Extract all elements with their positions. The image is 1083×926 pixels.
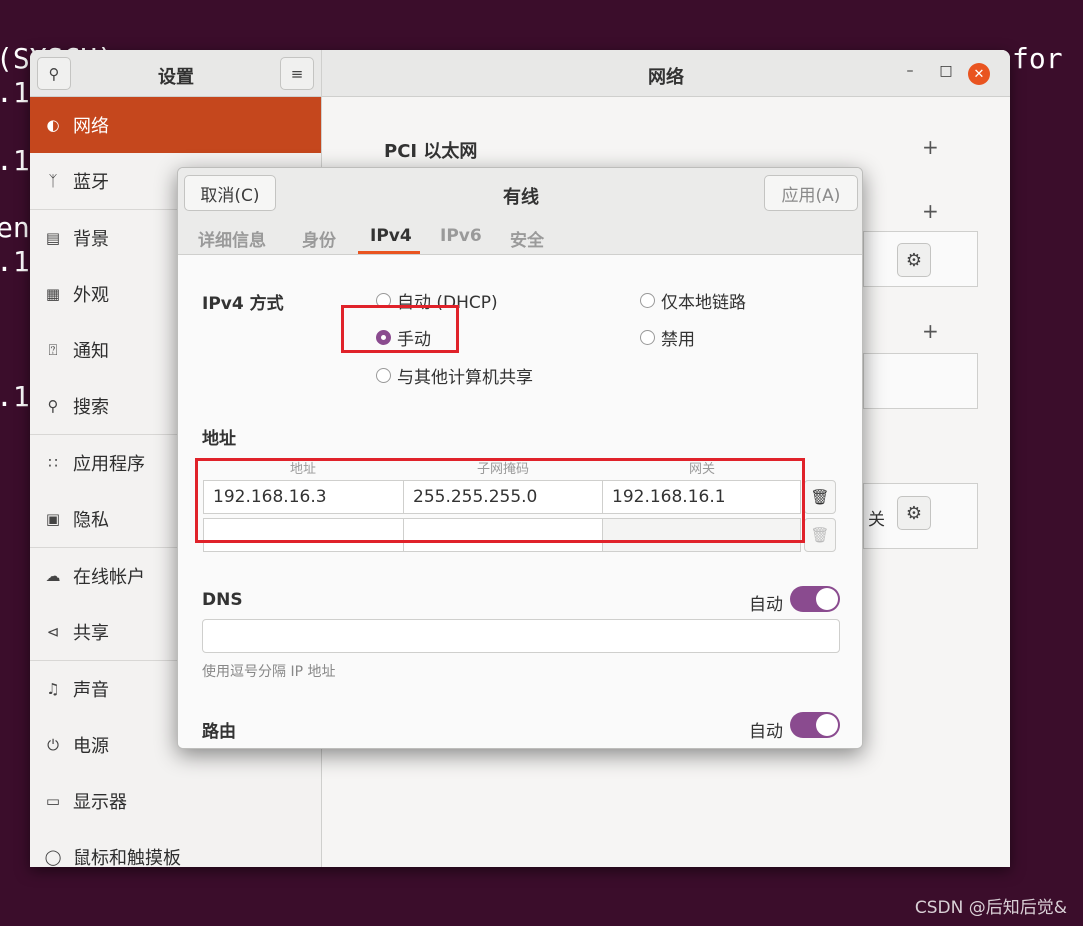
- gear-icon: ⚙: [905, 249, 923, 271]
- network-icon: ◐: [46, 116, 60, 134]
- sidebar-item-label: 鼠标和触摸板: [73, 848, 181, 867]
- lock-icon: ▣: [45, 510, 61, 528]
- dns-input[interactable]: [202, 619, 840, 653]
- close-button[interactable]: ✕: [968, 63, 990, 85]
- hamburger-icon: ≡: [290, 64, 304, 83]
- vpn-card: [863, 353, 978, 409]
- tab-identity[interactable]: 身份: [302, 226, 336, 251]
- wired-settings-dialog: 取消(C) 有线 应用(A) 详细信息 身份 IPv4 IPv6 安全 IPv4…: [177, 167, 863, 749]
- radio-dot: [640, 293, 655, 308]
- tab-security[interactable]: 安全: [510, 226, 544, 251]
- radio-dot: [640, 330, 655, 345]
- minimize-button[interactable]: –: [900, 63, 920, 79]
- share-icon: ⊲: [46, 623, 60, 641]
- radio-label: 与其他计算机共享: [397, 368, 533, 388]
- ipv4-method-label: IPv4 方式: [202, 294, 284, 314]
- dialog-tabs: 详细信息 身份 IPv4 IPv6 安全: [178, 218, 862, 255]
- proxy-status: 关: [868, 510, 885, 530]
- proxy-settings-button[interactable]: ⚙: [897, 496, 931, 530]
- dialog-header: 取消(C) 有线 应用(A): [178, 168, 862, 218]
- maximize-icon: □: [939, 63, 953, 79]
- address-section-label: 地址: [202, 429, 236, 449]
- radio-label: 禁用: [661, 330, 695, 350]
- sidebar-item-label: 搜索: [73, 397, 109, 418]
- bluetooth-icon: ᛉ: [48, 172, 58, 190]
- gear-icon: ⚙: [905, 502, 923, 524]
- sidebar-item-label: 隐私: [73, 510, 109, 531]
- sidebar-header: ⚲ 设置 ≡: [30, 50, 322, 97]
- section-title: PCI 以太网: [384, 141, 478, 162]
- radio-disable[interactable]: 禁用: [640, 325, 695, 350]
- sidebar-item-label: 应用程序: [73, 454, 145, 475]
- sidebar-item-label: 声音: [73, 680, 109, 701]
- ipv4-panel: IPv4 方式 自动 (DHCP) 仅本地链路 手动 禁用 与其他计算机共享 地…: [178, 255, 862, 748]
- sidebar-item-label: 通知: [73, 341, 109, 362]
- apps-grid-icon: ∷: [48, 454, 58, 472]
- active-tab-indicator: [358, 251, 420, 254]
- terminal-line-right: for (: [1012, 42, 1083, 75]
- search-icon: ⚲: [47, 397, 59, 415]
- mouse-icon: ◯: [44, 848, 62, 866]
- display-icon: ▭: [45, 792, 61, 810]
- watermark: CSDN @后知后觉&: [914, 898, 1067, 918]
- radio-dot: [376, 368, 391, 383]
- trash-icon: 🗑: [810, 488, 830, 506]
- menu-button[interactable]: ≡: [280, 57, 314, 90]
- sidebar-item-label: 电源: [73, 736, 109, 757]
- sidebar-item-label: 蓝牙: [73, 172, 109, 193]
- sidebar-item-label: 背景: [73, 229, 109, 250]
- delete-address-button[interactable]: 🗑: [804, 480, 836, 514]
- dns-auto-label: 自动: [749, 595, 783, 615]
- sidebar-item-network[interactable]: ◐ 网络: [30, 97, 321, 153]
- background-icon: ▤: [45, 229, 61, 247]
- manual-highlight-box: [341, 305, 459, 353]
- sidebar-item-label: 网络: [73, 116, 109, 137]
- sidebar-item-label: 外观: [73, 285, 109, 306]
- dns-hint: 使用逗号分隔 IP 地址: [202, 664, 336, 680]
- route-auto-toggle[interactable]: [790, 712, 840, 738]
- sidebar-item-label: 显示器: [73, 792, 127, 813]
- close-icon: ✕: [973, 66, 985, 82]
- dialog-title: 有线: [503, 187, 539, 208]
- radio-label: 仅本地链路: [661, 293, 746, 313]
- power-icon: ⏻: [47, 736, 59, 754]
- plus-icon: +: [922, 199, 939, 223]
- plus-icon: +: [922, 319, 939, 343]
- connection-settings-button[interactable]: ⚙: [897, 243, 931, 277]
- maximize-button[interactable]: □: [936, 63, 956, 79]
- trash-icon: 🗑: [810, 526, 830, 544]
- sidebar-item-mouse-touchpad[interactable]: ◯ 鼠标和触摸板: [30, 829, 321, 867]
- dns-auto-toggle[interactable]: [790, 586, 840, 612]
- add-vpn-button[interactable]: +: [922, 199, 939, 223]
- route-label: 路由: [202, 722, 236, 742]
- route-auto-label: 自动: [749, 722, 783, 742]
- sidebar-item-displays[interactable]: ▭ 显示器: [30, 773, 321, 829]
- tab-details[interactable]: 详细信息: [198, 226, 266, 251]
- minimize-icon: –: [906, 63, 914, 79]
- plus-icon: +: [922, 135, 939, 159]
- radio-link-local[interactable]: 仅本地链路: [640, 288, 746, 313]
- tab-ipv6[interactable]: IPv6: [440, 226, 482, 246]
- sidebar-item-label: 在线帐户: [73, 567, 145, 588]
- bell-icon: ⍰: [48, 341, 58, 359]
- music-note-icon: ♫: [46, 680, 60, 698]
- delete-address-button[interactable]: 🗑: [804, 518, 836, 552]
- tab-ipv4[interactable]: IPv4: [370, 226, 412, 246]
- add-proxy-button[interactable]: +: [922, 319, 939, 343]
- appearance-icon: ▦: [45, 285, 61, 303]
- address-highlight-box: [195, 458, 805, 543]
- add-connection-button[interactable]: +: [922, 135, 939, 159]
- dns-label: DNS: [202, 590, 243, 610]
- cloud-icon: ☁: [45, 567, 61, 585]
- sidebar-title: 设置: [158, 67, 194, 88]
- apply-button[interactable]: 应用(A): [764, 175, 858, 211]
- radio-shared[interactable]: 与其他计算机共享: [376, 363, 533, 388]
- main-header: 网络 – □ ✕: [322, 50, 1010, 97]
- sidebar-item-label: 共享: [73, 623, 109, 644]
